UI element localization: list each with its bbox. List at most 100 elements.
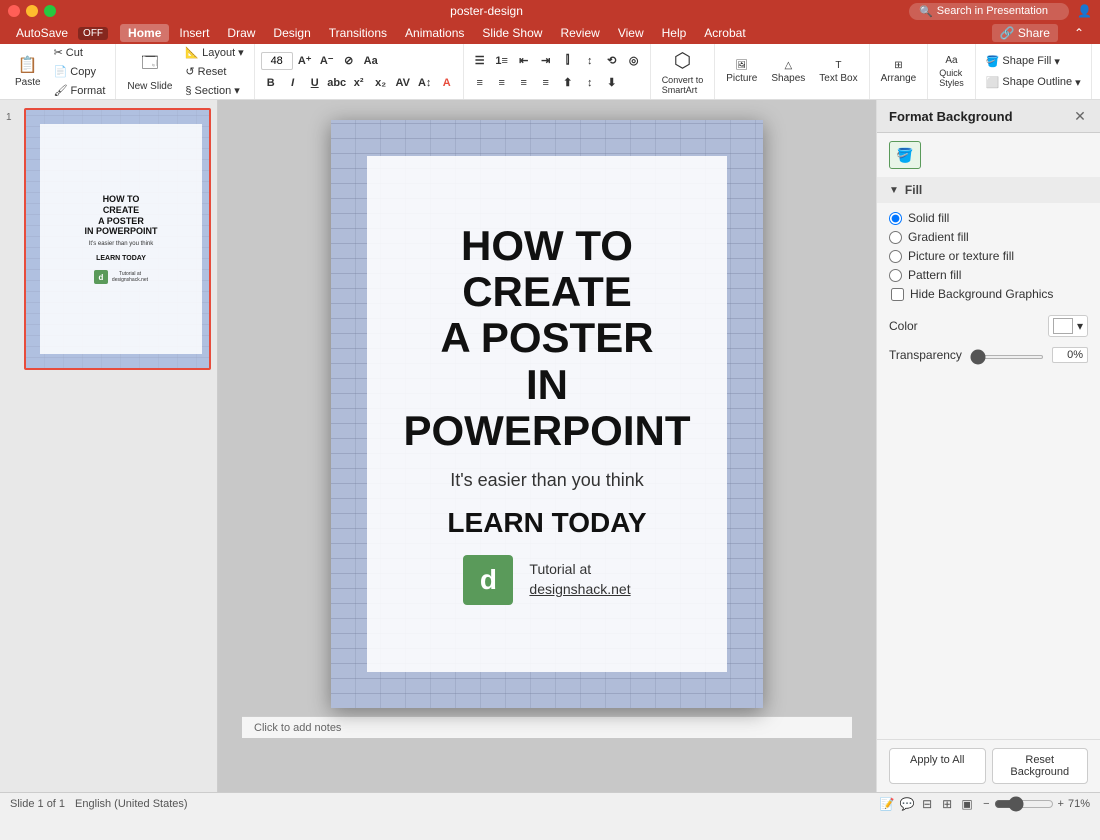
superscript-button[interactable]: x² bbox=[349, 74, 369, 92]
canvas-content-box[interactable]: HOW TO CREATE A POSTER IN POWERPOINT It'… bbox=[367, 156, 727, 672]
canvas-website[interactable]: designshack.net bbox=[529, 580, 630, 600]
format-button[interactable]: 🖌 Format bbox=[50, 82, 110, 99]
reset-button[interactable]: ↺ Reset bbox=[181, 63, 247, 80]
zoom-level[interactable]: 71% bbox=[1068, 798, 1090, 810]
font-size-box[interactable]: 48 bbox=[261, 52, 293, 70]
menu-transitions[interactable]: Transitions bbox=[321, 24, 395, 42]
color-swatch-button[interactable]: ▾ bbox=[1048, 315, 1088, 337]
arrange-button[interactable]: ⊞ Arrange bbox=[876, 57, 922, 87]
quick-styles-button[interactable]: Aa QuickStyles bbox=[934, 52, 969, 91]
menu-draw[interactable]: Draw bbox=[219, 24, 263, 42]
view-mode-reading[interactable]: ▣ bbox=[959, 796, 975, 812]
pattern-fill-radio[interactable] bbox=[889, 269, 902, 282]
bullets[interactable]: ☰ bbox=[470, 52, 490, 70]
indent-decrease[interactable]: ⇤ bbox=[514, 52, 534, 70]
panel-close-button[interactable]: ✕ bbox=[1072, 108, 1088, 124]
align-left[interactable]: ≡ bbox=[470, 74, 490, 92]
maximize-button[interactable] bbox=[44, 5, 56, 17]
font-decrease[interactable]: A⁻ bbox=[317, 52, 337, 70]
cut-button[interactable]: ✂ Cut bbox=[50, 44, 110, 61]
menu-design[interactable]: Design bbox=[265, 24, 318, 42]
gradient-fill-option[interactable]: Gradient fill bbox=[889, 230, 1088, 244]
line-spacing[interactable]: ↕ bbox=[580, 52, 600, 70]
columns[interactable]: ⫿ bbox=[558, 52, 578, 70]
new-slide-button[interactable]: 🗔 New Slide bbox=[122, 49, 177, 95]
font-increase[interactable]: A⁺ bbox=[295, 52, 315, 70]
menu-slideshow[interactable]: Slide Show bbox=[474, 24, 550, 42]
font-color[interactable]: A bbox=[437, 74, 457, 92]
fill-icon-btn[interactable]: 🪣 bbox=[889, 141, 921, 169]
subscript-button[interactable]: x₂ bbox=[371, 74, 391, 92]
transparency-slider[interactable] bbox=[970, 355, 1044, 359]
align-center[interactable]: ≡ bbox=[492, 74, 512, 92]
direction[interactable]: ⟲ bbox=[602, 52, 622, 70]
convert-smartart-btn[interactable]: ⬡ Convert toSmartArt bbox=[657, 45, 709, 98]
autosave-toggle[interactable]: OFF bbox=[78, 27, 108, 40]
menu-animations[interactable]: Animations bbox=[397, 24, 472, 42]
menu-insert[interactable]: Insert bbox=[171, 24, 217, 42]
pattern-fill-option[interactable]: Pattern fill bbox=[889, 268, 1088, 282]
zoom-out-icon[interactable]: − bbox=[983, 798, 989, 810]
paste-button[interactable]: 📋 Paste bbox=[10, 52, 46, 91]
fill-section-header[interactable]: ▼ Fill bbox=[877, 177, 1100, 203]
ribbon-collapse[interactable]: ⌃ bbox=[1066, 24, 1092, 42]
picture-texture-radio[interactable] bbox=[889, 250, 902, 263]
strikethrough-button[interactable]: abc bbox=[327, 74, 347, 92]
layout-button[interactable]: 📐 Layout ▾ bbox=[181, 44, 247, 61]
numbering[interactable]: 1≡ bbox=[492, 52, 512, 70]
picture-texture-fill-option[interactable]: Picture or texture fill bbox=[889, 249, 1088, 263]
zoom-slider[interactable] bbox=[994, 796, 1054, 812]
canvas-logo-box: d bbox=[463, 555, 513, 605]
gradient-fill-radio[interactable] bbox=[889, 231, 902, 244]
justify[interactable]: ≡ bbox=[536, 74, 556, 92]
slide-canvas[interactable]: HOW TO CREATE A POSTER IN POWERPOINT It'… bbox=[331, 120, 763, 708]
share-button[interactable]: 🔗 Share bbox=[992, 24, 1058, 42]
textbox-button[interactable]: T Text Box bbox=[814, 57, 862, 87]
text-direction[interactable]: A↕ bbox=[415, 74, 435, 92]
zoom-in-icon[interactable]: + bbox=[1058, 798, 1064, 810]
menu-acrobat[interactable]: Acrobat bbox=[696, 24, 753, 42]
hide-bg-checkbox[interactable] bbox=[891, 288, 904, 301]
notes-bar[interactable]: Click to add notes bbox=[242, 716, 852, 738]
indent-increase[interactable]: ⇥ bbox=[536, 52, 556, 70]
close-button[interactable] bbox=[8, 5, 20, 17]
align-text-mid[interactable]: ↕ bbox=[580, 74, 600, 92]
view-mode-slide[interactable]: ⊞ bbox=[939, 796, 955, 812]
view-mode-normal[interactable]: ⊟ bbox=[919, 796, 935, 812]
menu-view[interactable]: View bbox=[610, 24, 652, 42]
more-font[interactable]: Aa bbox=[361, 52, 381, 70]
letter-spacing[interactable]: AV bbox=[393, 74, 413, 92]
transparency-value[interactable]: 0% bbox=[1052, 347, 1088, 363]
copy-button[interactable]: 📄 Copy bbox=[50, 63, 110, 80]
search-bar[interactable]: 🔍 Search in Presentation bbox=[909, 3, 1069, 20]
notes-panel-button[interactable]: 📝 bbox=[879, 796, 895, 812]
menu-help[interactable]: Help bbox=[654, 24, 695, 42]
slide-thumbnail-1[interactable]: 1 HOW TOCREATEA POSTERIN POWERPOINT It's… bbox=[24, 108, 211, 370]
comments-button[interactable]: 💬 bbox=[899, 796, 915, 812]
picture-button[interactable]: 🖼 Picture bbox=[721, 57, 762, 87]
convert-smartart[interactable]: ◎ bbox=[624, 52, 644, 70]
italic-button[interactable]: I bbox=[283, 74, 303, 92]
menu-home[interactable]: Home bbox=[120, 24, 169, 42]
shape-fill-button[interactable]: 🪣 Shape Fill ▾ bbox=[982, 53, 1085, 70]
shape-outline-button[interactable]: ⬜ Shape Outline ▾ bbox=[982, 74, 1085, 91]
align-text-bot[interactable]: ⬇ bbox=[602, 74, 622, 92]
bold-button[interactable]: B bbox=[261, 74, 281, 92]
smartart-icon: ⬡ bbox=[674, 48, 691, 73]
align-text-top[interactable]: ⬆ bbox=[558, 74, 578, 92]
menu-review[interactable]: Review bbox=[552, 24, 607, 42]
solid-fill-radio[interactable] bbox=[889, 212, 902, 225]
underline-button[interactable]: U bbox=[305, 74, 325, 92]
solid-fill-option[interactable]: Solid fill bbox=[889, 211, 1088, 225]
apply-to-all-button[interactable]: Apply to All bbox=[889, 748, 986, 784]
account-icon[interactable]: 👤 bbox=[1077, 4, 1092, 18]
canvas-area[interactable]: HOW TO CREATE A POSTER IN POWERPOINT It'… bbox=[218, 100, 876, 792]
align-right[interactable]: ≡ bbox=[514, 74, 534, 92]
reset-background-button[interactable]: Reset Background bbox=[992, 748, 1089, 784]
section-button[interactable]: § Section ▾ bbox=[181, 82, 247, 99]
shapes-button[interactable]: △ Shapes bbox=[766, 57, 810, 87]
hide-bg-graphics-option[interactable]: Hide Background Graphics bbox=[889, 287, 1088, 301]
minimize-button[interactable] bbox=[26, 5, 38, 17]
slide-thumb[interactable]: HOW TOCREATEA POSTERIN POWERPOINT It's e… bbox=[24, 108, 211, 370]
clear-format[interactable]: ⊘ bbox=[339, 52, 359, 70]
